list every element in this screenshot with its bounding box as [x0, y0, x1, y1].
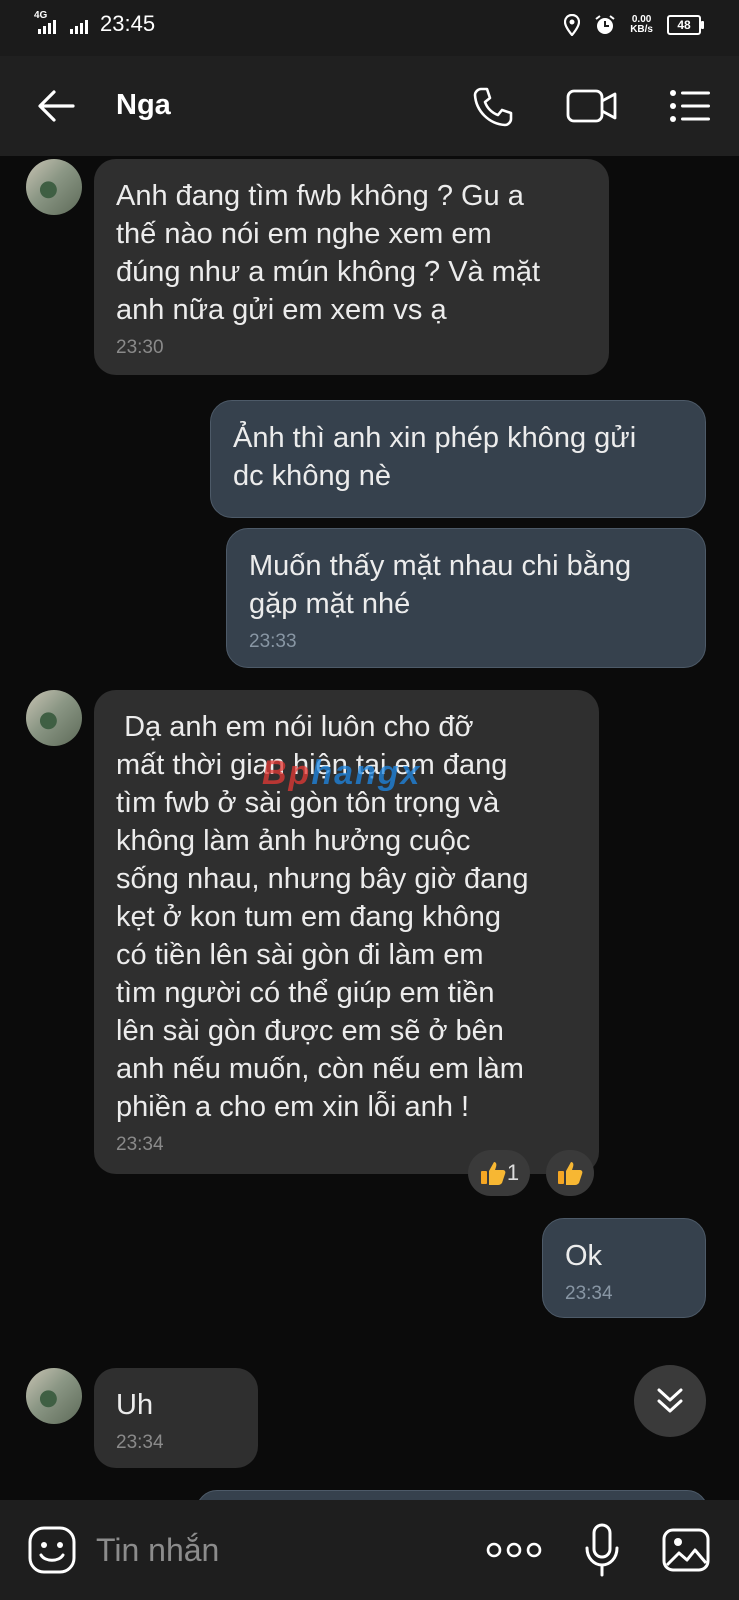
status-bar: 4G 23:45 0.00 KB/s 48 — [0, 0, 739, 56]
status-time: 23:45 — [100, 11, 156, 36]
scroll-to-bottom-button[interactable] — [634, 1365, 706, 1437]
reaction-thumbs-up-count[interactable]: 1 — [468, 1150, 530, 1196]
thumbs-up-icon — [558, 1162, 583, 1185]
message-bubble-incoming[interactable]: Anh đang tìm fwb không ? Gu a thế nào nó… — [94, 159, 609, 375]
status-left: 4G 23:45 — [34, 10, 156, 36]
message-bubble-outgoing[interactable]: Muốn thấy mặt nhau chi bằng gặp mặt nhé … — [226, 528, 706, 668]
message-input[interactable]: Tin nhắn — [96, 1532, 219, 1569]
message-bubble-outgoing[interactable]: Ảnh thì anh xin phép không gửi dc không … — [210, 400, 706, 518]
video-camera-icon[interactable] — [566, 86, 618, 126]
microphone-icon[interactable] — [582, 1520, 622, 1580]
back-arrow-icon[interactable] — [36, 86, 76, 126]
add-reaction-button[interactable] — [546, 1150, 594, 1196]
message-bubble-outgoing[interactable]: Ok 23:34 — [542, 1218, 706, 1318]
chat-header: Nga — [0, 56, 739, 156]
message-text: Anh đang tìm fwb không ? Gu a thế nào nó… — [116, 180, 541, 326]
message-input-bar: Tin nhắn — [0, 1500, 739, 1600]
avatar[interactable] — [26, 1368, 82, 1424]
message-time: 23:34 — [565, 1283, 613, 1304]
message-bubble-incoming[interactable]: Uh 23:34 — [94, 1368, 258, 1468]
network-speed: 0.00 KB/s — [630, 15, 653, 35]
menu-icon[interactable] — [668, 86, 712, 126]
status-right: 0.00 KB/s 48 — [564, 14, 704, 36]
signal-icon-2 — [70, 16, 88, 34]
watermark-logo: Bphangx — [262, 754, 422, 792]
contact-name[interactable]: Nga — [116, 89, 171, 122]
signal-icon: 4G — [34, 10, 64, 34]
phone-icon[interactable] — [470, 84, 516, 130]
battery-level: 48 — [677, 18, 691, 32]
avatar[interactable] — [26, 690, 82, 746]
reaction-count: 1 — [506, 1160, 520, 1185]
more-dots-icon[interactable] — [486, 1532, 542, 1568]
message-text: Muốn thấy mặt nhau chi bằng gặp mặt nhé — [249, 550, 632, 620]
thumbs-up-icon — [480, 1162, 506, 1185]
message-time: 23:34 — [116, 1432, 164, 1453]
message-time: 23:33 — [249, 631, 297, 652]
message-time: 23:30 — [116, 337, 164, 358]
avatar[interactable] — [26, 159, 82, 215]
battery-icon: 48 — [667, 15, 704, 35]
message-text: Ảnh thì anh xin phép không gửi dc không … — [233, 422, 637, 492]
alarm-icon — [595, 15, 615, 34]
message-list[interactable]: Anh đang tìm fwb không ? Gu a thế nào nó… — [0, 156, 739, 1498]
gallery-icon[interactable] — [660, 1524, 712, 1576]
message-text: Uh — [116, 1389, 154, 1421]
location-icon — [564, 14, 581, 36]
message-text: Ok — [565, 1240, 603, 1272]
emoji-icon[interactable] — [26, 1524, 78, 1576]
speed-unit: KB/s — [630, 24, 653, 35]
double-chevron-down-icon — [657, 1388, 683, 1413]
